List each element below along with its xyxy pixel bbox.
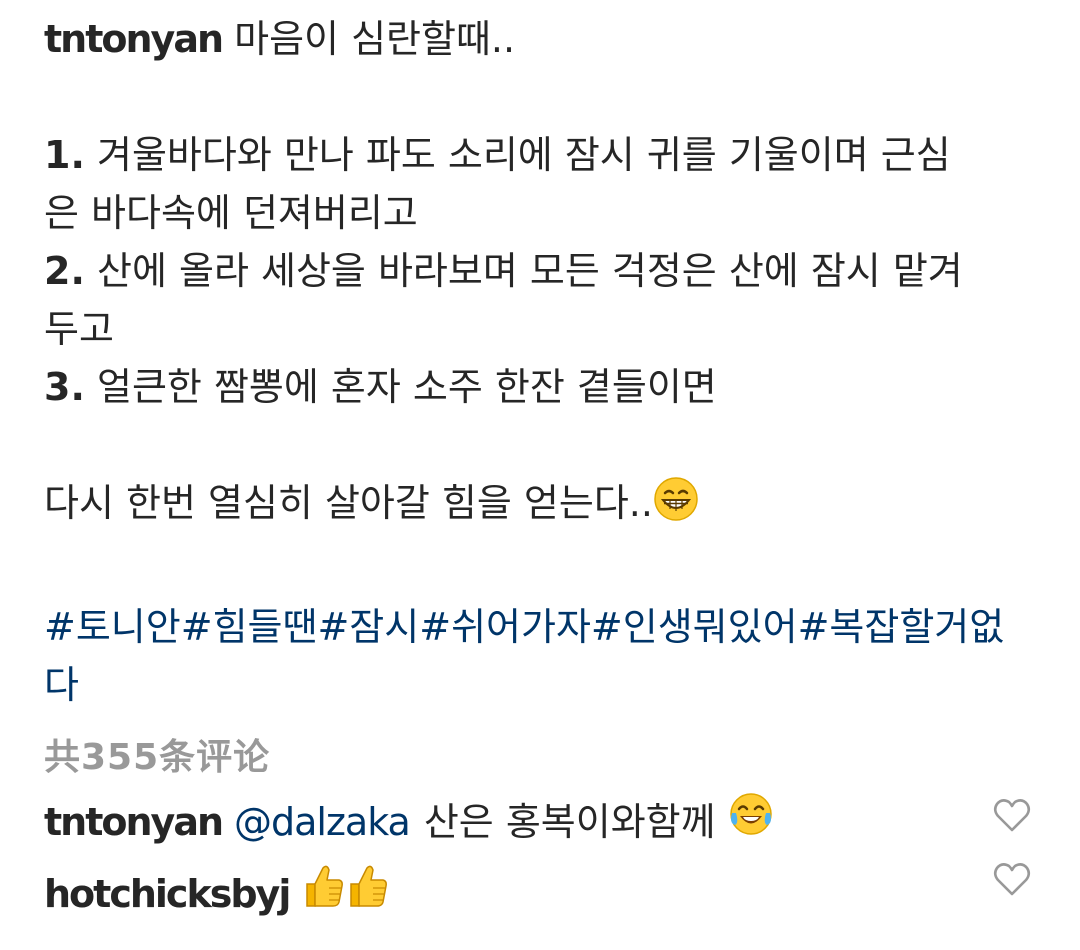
comment-username[interactable]: tntonyan (44, 793, 224, 851)
hashtag-list: #토니안#힘들땐#잠시#쉬어가자#인생뭐있어#복잡할거없다 (44, 598, 1024, 714)
post-screen: tntonyan 마음이 심란할때.. 1. 겨울바다와 만나 파도 소리에 잠… (0, 0, 1080, 950)
like-comment-heart-icon[interactable] (992, 858, 1032, 898)
view-all-comments-link[interactable]: 共355条评论 (44, 730, 1040, 786)
hashtag-link[interactable]: #잠시 (317, 605, 419, 649)
caption-item-2: 2. 산에 올라 세상을 바라보며 모든 걱정은 산에 잠시 맡겨 (44, 242, 1040, 300)
post-caption: tntonyan 마음이 심란할때.. 1. 겨울바다와 만나 파도 소리에 잠… (44, 10, 1040, 714)
thumbs-up-icon (301, 862, 345, 926)
caption-item-2-cont: 두고 (44, 307, 114, 351)
grinning-face-icon (653, 476, 699, 538)
item-number: 2. (44, 249, 85, 293)
caption-username[interactable]: tntonyan (44, 17, 224, 61)
caption-item-3: 3. 얼큰한 짬뽕에 혼자 소주 한잔 곁들이면 (44, 358, 1040, 416)
comment-username[interactable]: hotchicksbyj (44, 865, 291, 923)
comment-row: hotchicksbyj (44, 858, 1040, 930)
comment-row: tntonyan @dalzaka 산은 홍복이와함께 (44, 786, 1040, 858)
hashtag-link[interactable]: #인생뭐있어 (591, 605, 798, 649)
caption-item-1: 1. 겨울바다와 만나 파도 소리에 잠시 귀를 기울이며 근심 (44, 126, 1040, 184)
comment-mention[interactable]: @dalzaka (234, 793, 411, 851)
item-text: 산에 올라 세상을 바라보며 모든 걱정은 산에 잠시 맡겨 (96, 249, 963, 293)
item-text: 겨울바다와 만나 파도 소리에 잠시 귀를 기울이며 근심 (96, 133, 951, 177)
caption-item-1-cont: 은 바다속에 던져버리고 (44, 191, 418, 235)
caption-closing: 다시 한번 열심히 살아갈 힘을 얻는다.. (44, 474, 1040, 538)
comment-text: 산은 홍복이와함께 (423, 800, 716, 844)
hashtag-link[interactable]: #쉬어가자 (419, 605, 591, 649)
like-comment-heart-icon[interactable] (992, 794, 1032, 834)
hashtag-link[interactable]: #토니안 (44, 605, 181, 649)
caption-first-line: tntonyan 마음이 심란할때.. (44, 10, 1040, 68)
hashtag-link[interactable]: #힘들땐 (181, 605, 318, 649)
thumbs-up-icon (345, 862, 389, 926)
tears-of-joy-icon (728, 791, 774, 853)
item-number: 3. (44, 365, 85, 409)
caption-title: 마음이 심란할때.. (234, 17, 516, 61)
closing-text: 다시 한번 열심히 살아갈 힘을 얻는다.. (44, 481, 653, 525)
item-text: 얼큰한 짬뽕에 혼자 소주 한잔 곁들이면 (96, 365, 717, 409)
item-number: 1. (44, 133, 85, 177)
